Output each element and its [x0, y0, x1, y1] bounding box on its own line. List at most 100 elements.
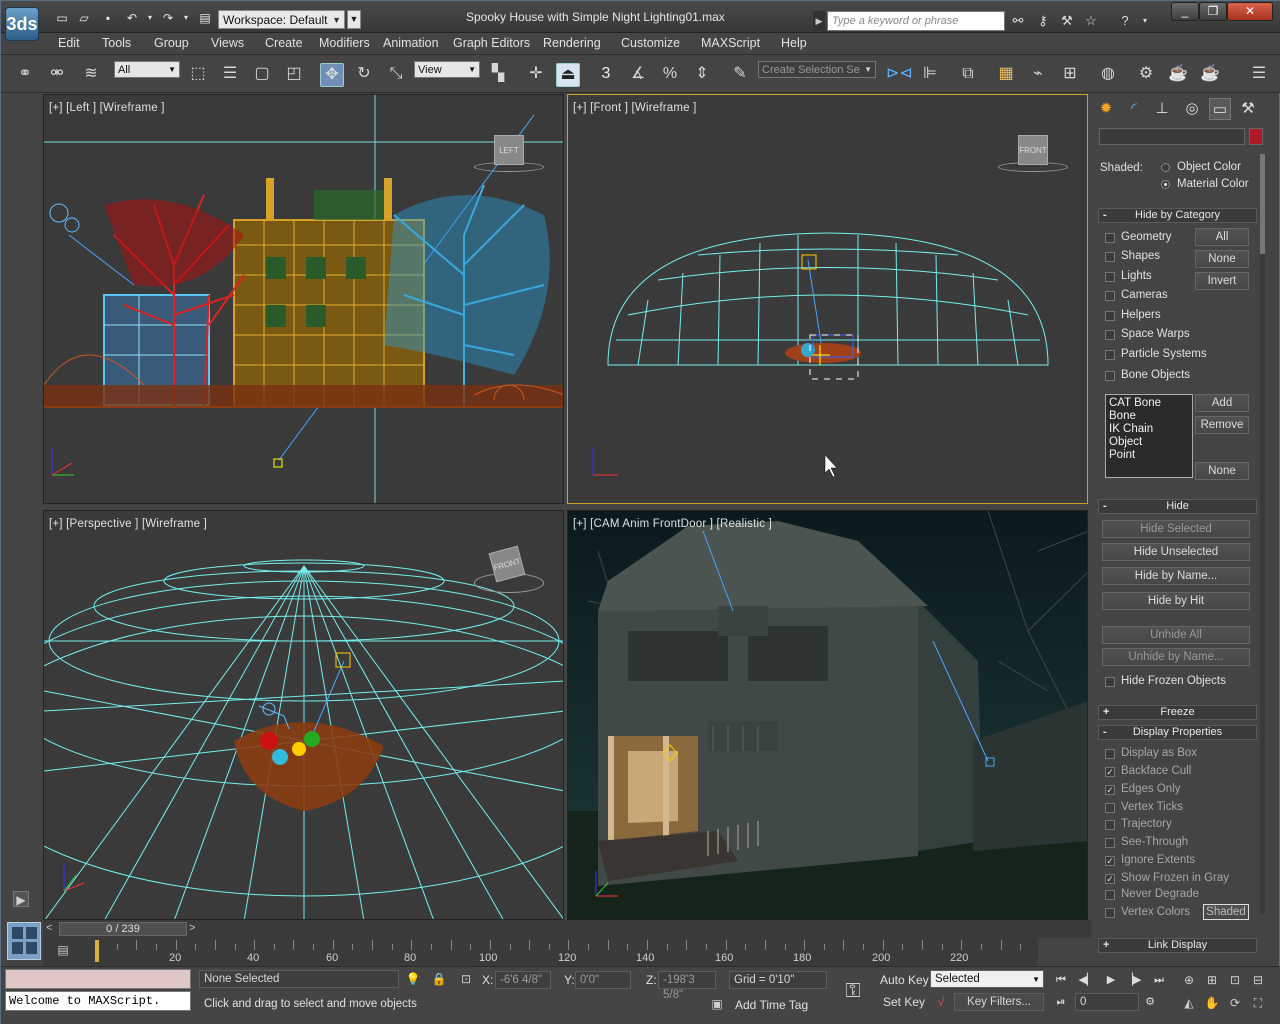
zoom-extents-all-icon[interactable]: ⊟ [1250, 972, 1266, 988]
y-coordinate-field[interactable]: 0'0" [575, 971, 631, 989]
go-to-end-icon[interactable]: ⏭ [1149, 971, 1169, 989]
menu-help[interactable]: Help [781, 36, 807, 50]
viewport-label[interactable]: [+] [Front ] [Wireframe ] [573, 102, 697, 114]
menu-edit[interactable]: Edit [58, 36, 80, 50]
cameras-checkbox[interactable] [1105, 291, 1115, 301]
named-selection-input[interactable]: Create Selection Se ▼ [758, 61, 876, 78]
object-color-swatch[interactable] [1249, 128, 1263, 145]
show-frozen-gray-checkbox[interactable]: ✓ [1105, 874, 1115, 884]
remove-button[interactable]: Remove [1195, 416, 1249, 434]
key-tangent-icon[interactable]: √ [933, 994, 949, 1010]
manipulate-icon[interactable]: ✛ [524, 63, 548, 87]
spinner-snap-icon[interactable]: ⇕ [690, 63, 714, 87]
close-button[interactable]: ✕ [1227, 2, 1273, 21]
wrench-icon[interactable]: ⚷ [1035, 13, 1051, 29]
pan-view-icon[interactable]: ✋ [1204, 995, 1220, 1011]
material-editor-icon[interactable]: ◍ [1096, 63, 1120, 87]
unhide-all-button[interactable]: Unhide All [1102, 626, 1250, 644]
zoom-extents-icon[interactable]: ⊡ [1227, 972, 1243, 988]
hide-selected-button[interactable]: Hide Selected [1102, 520, 1250, 538]
current-frame-field[interactable]: 0 [1075, 993, 1139, 1011]
selection-filter-dropdown[interactable]: All ▼ [114, 61, 180, 78]
maxscript-listener[interactable]: Welcome to MAXScript. [5, 991, 191, 1011]
shapes-checkbox[interactable] [1105, 252, 1115, 262]
modify-tab-icon[interactable]: ◜ [1123, 98, 1145, 120]
menu-graph-editors[interactable]: Graph Editors [453, 36, 530, 50]
redo-icon[interactable]: ↷ [159, 10, 177, 26]
zoom-all-icon[interactable]: ⊞ [1204, 972, 1220, 988]
rectangular-selection-icon[interactable]: ▢ [250, 63, 274, 87]
layer-manager-icon[interactable]: ⧉ [956, 63, 980, 87]
open-file-icon[interactable]: ▱ [75, 10, 93, 26]
key-mode-toggle-icon[interactable]: ⏯ [1051, 993, 1071, 1011]
curve-editor-icon[interactable]: ⌁ [1026, 63, 1050, 87]
menu-group[interactable]: Group [154, 36, 189, 50]
restore-button[interactable]: ❐ [1199, 2, 1227, 21]
list-item[interactable]: Point [1109, 449, 1189, 462]
undo-icon[interactable]: ↶ [123, 10, 141, 26]
hide-by-category-rollout[interactable]: - Hide by Category [1098, 208, 1257, 223]
select-and-scale-icon[interactable]: ⤡ [384, 63, 408, 87]
add-time-tag[interactable]: Add Time Tag [735, 998, 808, 1012]
undo-dropdown-icon[interactable]: ▾ [141, 10, 159, 26]
helpers-checkbox[interactable] [1105, 311, 1115, 321]
hide-frozen-checkbox[interactable] [1105, 677, 1115, 687]
time-configuration-icon[interactable]: ⚙ [1140, 993, 1160, 1011]
pivot-center-icon[interactable]: ▚ [486, 63, 510, 87]
hide-by-name-button[interactable]: Hide by Name... [1102, 567, 1250, 585]
list-item[interactable]: Bone [1109, 410, 1189, 423]
binoculars-icon[interactable]: ⚯ [1010, 13, 1026, 29]
viewport-left[interactable]: [+] [Left ] [Wireframe ] LEFT [43, 94, 564, 504]
mini-curve-editor-icon[interactable]: ▤ [55, 942, 71, 958]
motion-tab-icon[interactable]: ◎ [1181, 98, 1203, 120]
zoom-icon[interactable]: ⊕ [1181, 972, 1197, 988]
time-slider-thumb[interactable]: 0 / 239 [59, 922, 187, 936]
expand-viewport-arrow-icon[interactable]: ▶ [13, 891, 29, 907]
display-properties-rollout[interactable]: - Display Properties [1098, 725, 1257, 740]
absolute-mode-icon[interactable]: ⊡ [458, 971, 474, 987]
window-crossing-icon[interactable]: ◰ [282, 63, 306, 87]
viewcube[interactable]: FRONT [1018, 135, 1048, 165]
bone-objects-checkbox[interactable] [1105, 371, 1115, 381]
edges-only-checkbox[interactable]: ✓ [1105, 785, 1115, 795]
viewport-front[interactable]: [+] [Front ] [Wireframe ] FRONT [567, 94, 1088, 504]
vertex-ticks-checkbox[interactable] [1105, 803, 1115, 813]
isolate-selection-icon[interactable]: 💡 [405, 971, 421, 987]
list-item[interactable]: CAT Bone [1109, 397, 1189, 410]
menu-tools[interactable]: Tools [102, 36, 131, 50]
menu-modifiers[interactable]: Modifiers [319, 36, 370, 50]
menu-rendering[interactable]: Rendering [543, 36, 601, 50]
reference-coordinate-dropdown[interactable]: View ▼ [414, 61, 480, 78]
time-cursor[interactable] [95, 940, 99, 962]
select-and-move-icon[interactable]: ✥ [320, 63, 344, 87]
all-button[interactable]: All [1195, 228, 1249, 246]
display-as-box-checkbox[interactable] [1105, 749, 1115, 759]
material-color-radio[interactable] [1161, 180, 1170, 189]
list-item[interactable]: IK Chain Object [1109, 423, 1189, 449]
ignore-extents-checkbox[interactable]: ✓ [1105, 856, 1115, 866]
help-icon[interactable]: ? [1117, 13, 1133, 29]
key-filters-button[interactable]: Key Filters... [954, 993, 1044, 1011]
maximize-viewport-icon[interactable]: ⛶ [1250, 995, 1266, 1011]
bind-space-warp-icon[interactable]: ≋ [79, 63, 103, 87]
invert-button[interactable]: Invert [1195, 272, 1249, 290]
viewport-label[interactable]: [+] [Left ] [Wireframe ] [49, 102, 165, 114]
time-tag-icon[interactable]: ▣ [709, 996, 725, 1012]
snaps-toggle-icon[interactable]: 3 [594, 63, 618, 87]
viewport-layout-button[interactable] [7, 922, 41, 960]
x-coordinate-field[interactable]: -6'6 4/8" [495, 971, 551, 989]
edit-named-selection-icon[interactable]: ✎ [728, 63, 752, 87]
geometry-checkbox[interactable] [1105, 233, 1115, 243]
star-icon[interactable]: ☆ [1083, 13, 1099, 29]
menu-maxscript[interactable]: MAXScript [701, 36, 760, 50]
percent-snap-icon[interactable]: % [658, 63, 682, 87]
link-icon[interactable]: ⚭ [13, 63, 37, 87]
menu-customize[interactable]: Customize [621, 36, 680, 50]
angle-snap-icon[interactable]: ∡ [626, 63, 650, 87]
menu-animation[interactable]: Animation [383, 36, 439, 50]
save-icon[interactable]: ▪ [99, 10, 117, 26]
time-prev-button[interactable]: < [46, 922, 52, 934]
new-file-icon[interactable]: ▭ [53, 10, 71, 26]
track-bar[interactable]: ▤ 20 40 60 80 100 120 140 160 180 200 22… [43, 938, 1038, 966]
orbit-icon[interactable]: ⟳ [1227, 995, 1243, 1011]
